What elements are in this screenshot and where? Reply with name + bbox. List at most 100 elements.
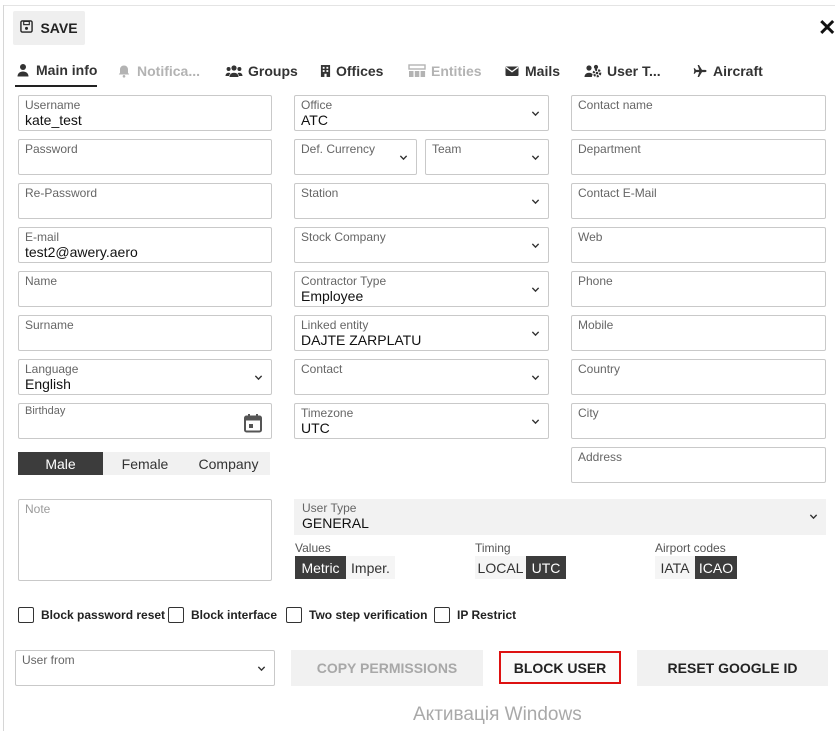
field-label: Password	[25, 142, 78, 156]
office-select[interactable]: Office ATC	[294, 95, 549, 131]
tab-label: Entities	[431, 62, 482, 79]
gender-option-company[interactable]: Company	[187, 452, 270, 475]
field-label: Mobile	[578, 318, 614, 332]
window-left-border	[3, 5, 4, 731]
tab-label: Offices	[336, 62, 384, 79]
reset-google-id-button[interactable]: RESET GOOGLE ID	[637, 650, 828, 686]
stock-company-select[interactable]: Stock Company	[294, 227, 549, 263]
field-value: ATC	[301, 112, 328, 128]
field-label: Re-Password	[25, 186, 98, 200]
department-field[interactable]: Department	[571, 139, 826, 175]
tab-label: Main info	[36, 61, 98, 78]
checkbox-box[interactable]	[434, 607, 450, 623]
gender-option-male[interactable]: Male	[18, 452, 103, 475]
tab-aircraft[interactable]: Aircraft	[692, 54, 763, 87]
block-user-button[interactable]: BLOCK USER	[499, 651, 621, 684]
calendar-icon[interactable]	[243, 413, 263, 433]
chevron-down-icon	[531, 155, 540, 161]
copy-permissions-button[interactable]: COPY PERMISSIONS	[291, 650, 483, 686]
chevron-down-icon	[257, 666, 266, 672]
airport-codes-label: Airport codes	[655, 541, 726, 555]
airport-option-iata[interactable]: IATA	[655, 556, 695, 579]
user-from-select[interactable]: User from	[15, 650, 275, 686]
save-button-label: SAVE	[40, 20, 78, 36]
values-option-metric[interactable]: Metric	[295, 556, 346, 579]
checkbox-label: IP Restrict	[457, 608, 517, 622]
timing-option-utc[interactable]: UTC	[526, 556, 566, 579]
field-label: Stock Company	[301, 230, 386, 244]
tab-notifications[interactable]: Notifica...	[116, 54, 200, 87]
user-type-select[interactable]: User Type GENERAL	[294, 499, 826, 535]
station-select[interactable]: Station	[294, 183, 549, 219]
chevron-down-icon	[531, 375, 540, 381]
tab-user-types[interactable]: User T...	[584, 54, 661, 87]
field-label: Phone	[578, 274, 613, 288]
email-field[interactable]: E-mail test2@awery.aero	[18, 227, 272, 263]
city-field[interactable]: City	[571, 403, 826, 439]
surname-field[interactable]: Surname	[18, 315, 272, 351]
password-field[interactable]: Password	[18, 139, 272, 175]
team-select[interactable]: Team	[425, 139, 549, 175]
contact-name-field[interactable]: Contact name	[571, 95, 826, 131]
floppy-disk-icon	[20, 20, 34, 36]
gender-option-female[interactable]: Female	[103, 452, 187, 475]
two-step-verification-checkbox[interactable]: Two step verification	[286, 607, 427, 623]
timing-option-local[interactable]: LOCAL	[475, 556, 526, 579]
tab-entities[interactable]: Entities	[408, 54, 482, 87]
timing-label: Timing	[475, 541, 511, 555]
block-interface-checkbox[interactable]: Block interface	[168, 607, 277, 623]
tab-mails[interactable]: Mails	[504, 54, 560, 87]
phone-field[interactable]: Phone	[571, 271, 826, 307]
chevron-down-icon	[531, 287, 540, 293]
tab-label: Mails	[525, 62, 561, 79]
contractor-type-select[interactable]: Contractor Type Employee	[294, 271, 549, 307]
chevron-down-icon	[531, 111, 540, 117]
field-label: Def. Currency	[301, 142, 376, 156]
field-value: kate_test	[25, 112, 82, 128]
block-password-reset-checkbox[interactable]: Block password reset	[18, 607, 165, 623]
mobile-field[interactable]: Mobile	[571, 315, 826, 351]
linked-entity-select[interactable]: Linked entity DAJTE ZARPLATU	[294, 315, 549, 351]
language-select[interactable]: Language English	[18, 359, 272, 395]
note-textarea[interactable]: Note	[18, 499, 272, 581]
timezone-select[interactable]: Timezone UTC	[294, 403, 549, 439]
repassword-field[interactable]: Re-Password	[18, 183, 272, 219]
checkbox-label: Two step verification	[309, 608, 428, 622]
checkbox-box[interactable]	[18, 607, 34, 623]
country-field[interactable]: Country	[571, 359, 826, 395]
entities-icon	[408, 63, 426, 78]
field-label: User from	[22, 653, 75, 667]
chevron-down-icon	[531, 331, 540, 337]
name-field[interactable]: Name	[18, 271, 272, 307]
save-button[interactable]: SAVE	[13, 11, 85, 45]
field-label: Office	[301, 98, 333, 112]
close-icon[interactable]: ✕	[818, 17, 835, 39]
tab-main-info[interactable]: Main info	[15, 54, 98, 87]
users-cog-icon	[584, 64, 602, 78]
tab-offices[interactable]: Offices	[319, 54, 383, 87]
contact-select[interactable]: Contact	[294, 359, 549, 395]
checkbox-box[interactable]	[168, 607, 184, 623]
birthday-field[interactable]: Birthday	[18, 403, 272, 439]
field-label: Language	[25, 362, 79, 376]
checkbox-label: Block password reset	[41, 608, 166, 622]
field-label: Address	[578, 450, 623, 464]
field-label: Username	[25, 98, 81, 112]
tab-groups[interactable]: Groups	[225, 54, 298, 87]
gender-toggle: Male Female Company	[18, 452, 270, 475]
field-label: Name	[25, 274, 58, 288]
web-field[interactable]: Web	[571, 227, 826, 263]
values-option-imperial[interactable]: Imper.	[346, 556, 395, 579]
tab-label: Notifica...	[137, 62, 201, 79]
ip-restrict-checkbox[interactable]: IP Restrict	[434, 607, 516, 623]
field-value: UTC	[301, 420, 330, 436]
address-field[interactable]: Address	[571, 447, 826, 483]
timing-toggle: LOCAL UTC	[475, 556, 566, 579]
currency-select[interactable]: Def. Currency	[294, 139, 417, 175]
username-field[interactable]: Username kate_test	[18, 95, 272, 131]
field-label: Department	[578, 142, 641, 156]
chevron-down-icon	[531, 419, 540, 425]
checkbox-box[interactable]	[286, 607, 302, 623]
contact-email-field[interactable]: Contact E-Mail	[571, 183, 826, 219]
airport-option-icao[interactable]: ICAO	[695, 556, 737, 579]
